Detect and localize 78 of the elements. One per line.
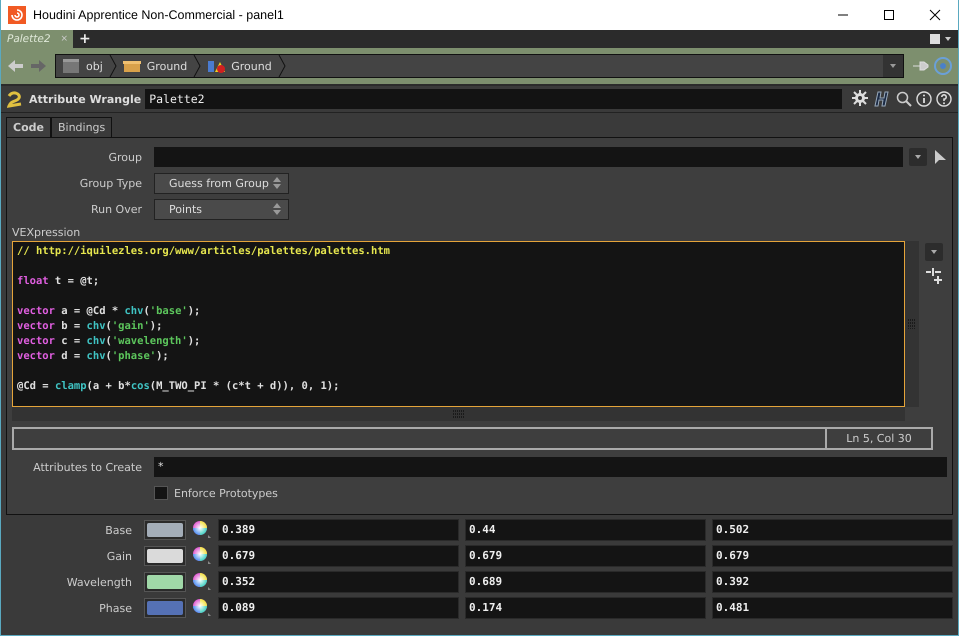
path-label: Ground xyxy=(146,60,188,72)
code-line: float t = @t; xyxy=(17,274,100,289)
number-field[interactable]: 0.679 xyxy=(712,545,953,567)
color-swatch[interactable] xyxy=(144,546,186,566)
menu-value: Guess from Group xyxy=(169,176,269,190)
code-editor[interactable] xyxy=(12,241,905,407)
gear-icon[interactable] xyxy=(852,90,870,108)
path-segment[interactable]: obj xyxy=(56,58,109,74)
attributes-field[interactable]: * xyxy=(154,457,947,477)
number-field[interactable]: 0.679 xyxy=(218,545,459,567)
grip-icon xyxy=(452,410,464,418)
search-icon[interactable] xyxy=(896,91,912,107)
maximize-icon[interactable] xyxy=(883,9,895,21)
updown-arrows-icon xyxy=(272,176,282,190)
parameter-label: Gain xyxy=(106,550,132,562)
parameter-label: Group Type xyxy=(78,176,142,190)
node-name-field[interactable]: Palette2 xyxy=(145,89,842,109)
horizontal-scrollbar[interactable] xyxy=(12,407,905,421)
code-line: vector d = chv('phase'); xyxy=(17,349,169,364)
parameter-label: Wavelength xyxy=(66,576,132,588)
cursor-position: Ln 5, Col 30 xyxy=(825,429,931,448)
code-line: vector b = chv('gain'); xyxy=(17,319,162,334)
group-field[interactable] xyxy=(154,147,903,167)
info-icon[interactable] xyxy=(916,91,932,107)
number-field[interactable]: 0.174 xyxy=(465,597,706,619)
menu-button[interactable]: Points xyxy=(154,198,289,220)
path-label: Ground xyxy=(231,60,272,72)
color-wheel-icon[interactable] xyxy=(192,546,212,566)
vertical-scrollbar[interactable] xyxy=(905,241,919,407)
grip-icon xyxy=(908,319,916,329)
number-field[interactable]: 0.352 xyxy=(218,571,459,593)
code-line: vector c = chv('wavelength'); xyxy=(17,334,200,349)
parameter-label: Phase xyxy=(98,602,132,614)
color-swatch[interactable] xyxy=(144,520,186,540)
parameter-label: Base xyxy=(104,524,132,536)
number-field[interactable]: 0.502 xyxy=(712,519,953,541)
checkbox-label: Enforce Prototypes xyxy=(174,486,278,500)
parameter-label: Group xyxy=(108,150,142,164)
path-label: obj xyxy=(86,60,103,72)
parameter-label: Run Over xyxy=(90,202,142,216)
pane-layout-icon[interactable] xyxy=(930,33,952,45)
help-icon[interactable] xyxy=(936,91,952,107)
color-swatch[interactable] xyxy=(144,598,186,618)
select-arrow-icon[interactable] xyxy=(933,149,947,165)
number-field[interactable]: 0.481 xyxy=(712,597,953,619)
box-icon xyxy=(122,58,141,74)
number-field[interactable]: 0.44 xyxy=(465,519,706,541)
window-title: Houdini Apprentice Non-Commercial - panel1 xyxy=(33,8,285,22)
add-tab-button[interactable]: + xyxy=(73,30,97,48)
color-wheel-icon[interactable] xyxy=(192,520,212,540)
updown-arrows-icon xyxy=(272,202,282,216)
tab-label: Palette2 xyxy=(7,33,51,45)
path-segment[interactable]: Ground xyxy=(201,58,278,74)
parameter-tab[interactable]: Bindings xyxy=(50,117,112,137)
color-wheel-icon[interactable] xyxy=(192,598,212,618)
number-field[interactable]: 0.689 xyxy=(465,571,706,593)
clapperboard-icon xyxy=(62,58,80,74)
color-swatch[interactable] xyxy=(144,572,186,592)
node-type-label: Attribute Wrangle xyxy=(29,92,142,106)
menu-button[interactable]: Guess from Group xyxy=(154,172,289,194)
shapes-icon xyxy=(207,58,226,74)
parameter-tab[interactable]: Code xyxy=(6,117,51,137)
number-field[interactable]: 0.389 xyxy=(218,519,459,541)
checkbox[interactable] xyxy=(154,486,168,500)
parameter-label: Attributes to Create xyxy=(32,460,142,474)
parameter-label: VEXpression xyxy=(12,226,82,239)
close-icon[interactable] xyxy=(929,9,941,21)
code-line: vector a = @Cd * chv('base'); xyxy=(17,304,200,319)
color-wheel-icon[interactable] xyxy=(192,572,212,592)
code-line: // http://iquilezles.org/www/articles/palettes/palettes.htm xyxy=(17,244,390,259)
code-line: @Cd = clamp(a + b*cos(M_TWO_PI * (c*t + d)), 0, 1); xyxy=(17,379,340,394)
add-spare-icon[interactable] xyxy=(925,267,943,285)
number-field[interactable]: 0.089 xyxy=(218,597,459,619)
number-field[interactable]: 0.679 xyxy=(465,545,706,567)
path-segment[interactable]: Ground xyxy=(116,58,194,74)
app-logo-icon xyxy=(8,6,26,24)
menu-value: Points xyxy=(169,202,202,216)
number-field[interactable]: 0.392 xyxy=(712,571,953,593)
